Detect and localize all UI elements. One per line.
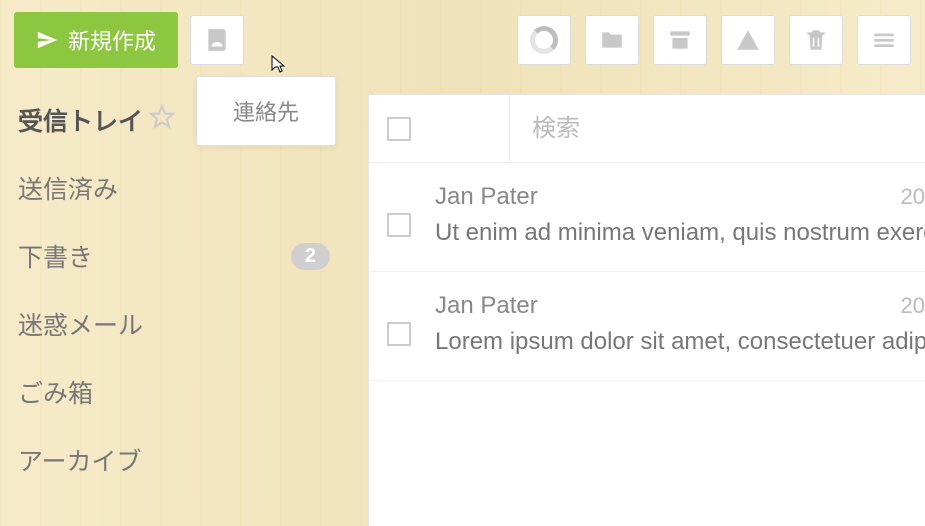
folder-archive[interactable]: アーカイブ [18,426,350,494]
message-date: 20 [901,293,925,319]
folder-label: ごみ箱 [18,374,93,410]
folder-label: 送信済み [18,170,118,206]
spinner-icon [530,26,558,54]
folder-sent[interactable]: 送信済み [18,154,350,222]
message-preview: Ut enim ad minima veniam, quis nostrum e… [435,219,925,247]
folder-icon [599,27,625,53]
message-row[interactable]: Jan Pater 20 Ut enim ad minima veniam, q… [369,163,925,272]
archive-button[interactable] [653,15,707,65]
delete-button[interactable] [789,15,843,65]
paper-plane-icon [36,29,58,51]
count-badge: 2 [291,243,330,270]
trash-icon [803,27,829,53]
compose-label: 新規作成 [68,24,156,56]
folder-trash[interactable]: ごみ箱 [18,358,350,426]
select-all-checkbox[interactable] [387,117,411,141]
message-checkbox[interactable] [387,322,411,346]
contacts-tooltip: 連絡先 [196,76,336,146]
message-checkbox[interactable] [387,213,411,237]
archive-icon [667,27,693,53]
hamburger-icon [871,27,897,53]
sidebar: 受信トレイ 送信済み 下書き 2 迷惑メール ごみ箱 アーカイブ [0,86,350,494]
menu-button[interactable] [857,15,911,65]
search-input[interactable] [509,95,925,162]
folder-label: 迷惑メール [18,306,143,342]
compose-button[interactable]: 新規作成 [14,12,178,68]
folder-drafts[interactable]: 下書き 2 [18,222,350,290]
select-all[interactable] [369,117,509,141]
message-sender: Jan Pater [435,292,538,320]
message-preview: Lorem ipsum dolor sit amet, consectetuer… [435,328,925,356]
warning-icon [735,27,761,53]
spam-button[interactable] [721,15,775,65]
folder-label: アーカイブ [18,442,142,478]
refresh-button[interactable] [517,15,571,65]
message-row[interactable]: Jan Pater 20 Lorem ipsum dolor sit amet,… [369,272,925,381]
contacts-icon [204,27,230,53]
message-date: 20 [901,184,925,210]
folder-spam[interactable]: 迷惑メール [18,290,350,358]
contacts-button[interactable] [190,15,244,65]
message-sender: Jan Pater [435,183,538,211]
folder-label: 下書き [18,238,93,274]
folder-label: 受信トレイ [18,102,143,138]
message-pane: Jan Pater 20 Ut enim ad minima veniam, q… [368,94,925,526]
folder-button[interactable] [585,15,639,65]
star-icon[interactable] [149,104,175,137]
